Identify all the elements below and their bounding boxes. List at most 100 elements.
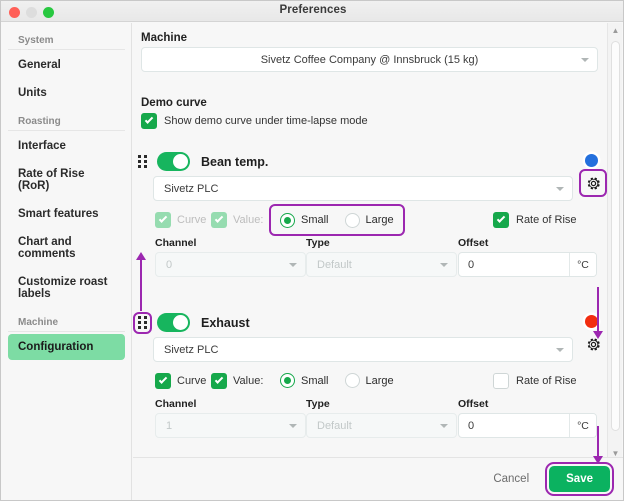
exhaust-value-checkbox-row[interactable]: Value: (211, 373, 263, 389)
bean-temp-source-select[interactable]: Sivetz PLC (153, 176, 573, 201)
machine-select[interactable]: Sivetz Coffee Company @ Innsbruck (15 kg… (141, 47, 598, 72)
bean-temp-rate-of-rise-checkbox[interactable] (493, 212, 509, 228)
exhaust-offset-label: Offset (458, 398, 489, 410)
exhaust-channel-select: 1 (155, 413, 306, 438)
save-button[interactable]: Save (545, 461, 614, 496)
sidebar-item-chart-and-comments[interactable]: Chart and comments (8, 229, 125, 267)
exhaust-rate-of-rise-label: Rate of Rise (516, 375, 577, 387)
exhaust-size-small-radio[interactable] (280, 373, 295, 388)
bean-temp-color-dot[interactable] (585, 154, 598, 167)
bean-temp-value-label: Value: (233, 214, 264, 226)
bean-temp-size-small-radio[interactable] (280, 212, 295, 228)
bean-temp-header-row: Bean temp. (137, 152, 268, 171)
sidebar-group-label-system: System (8, 31, 125, 50)
vertical-scrollbar[interactable]: ▲ ▼ (607, 23, 622, 460)
bean-temp-size-large-label: Large (365, 214, 394, 226)
exhaust-type-label: Type (306, 398, 330, 410)
exhaust-offset-field[interactable]: °C (458, 413, 597, 438)
exhaust-title: Exhaust (201, 315, 250, 330)
chevron-down-icon (289, 262, 297, 267)
bean-temp-title: Bean temp. (201, 154, 269, 169)
bean-temp-source-value: Sivetz PLC (164, 182, 219, 195)
bean-temp-channel-value: 0 (166, 258, 173, 271)
cancel-button[interactable]: Cancel (481, 467, 541, 491)
exhaust-channel-label: Channel (155, 398, 197, 410)
demo-curve-checkbox-label: Show demo curve under time-lapse mode (164, 115, 368, 127)
bean-temp-type-value: Default (317, 258, 352, 271)
exhaust-type-value: Default (317, 419, 352, 432)
main-panel: Machine Sivetz Coffee Company @ Innsbruc… (133, 23, 623, 500)
title-bar: Preferences (1, 1, 623, 22)
sidebar-item-interface[interactable]: Interface (8, 133, 125, 159)
dialog-footer: Cancel Save (133, 457, 623, 499)
bean-temp-type-label: Type (306, 237, 330, 249)
bean-temp-rate-of-rise-label: Rate of Rise (516, 214, 577, 226)
bean-temp-size-small-label: Small (301, 214, 329, 226)
sidebar-group-label-machine: Machine (8, 313, 125, 332)
chevron-down-icon (556, 347, 564, 352)
bean-temp-value-checkbox-row[interactable]: Value: (211, 212, 263, 228)
sidebar-item-configuration[interactable]: Configuration (8, 334, 125, 360)
exhaust-offset-input[interactable] (459, 414, 569, 437)
bean-temp-size-radio-group: Small Large (269, 204, 405, 236)
bean-temp-offset-field[interactable]: °C (458, 252, 597, 277)
machine-select-value: Sivetz Coffee Company @ Innsbruck (15 kg… (260, 53, 479, 66)
bean-temp-size-large-radio[interactable] (344, 212, 360, 228)
sidebar-item-general[interactable]: General (8, 52, 125, 78)
chevron-down-icon (289, 423, 297, 428)
bean-temp-curve-checkbox-row[interactable]: Curve (155, 212, 206, 228)
exhaust-size-radio-group: Small Large (280, 373, 394, 388)
sidebar-item-rate-of-rise[interactable]: Rate of Rise (RoR) (8, 161, 125, 199)
machine-section-label: Machine (141, 32, 188, 44)
bean-temp-settings-gear-highlight (579, 169, 607, 197)
sidebar-item-customize-roast-labels[interactable]: Customize roast labels (8, 269, 125, 307)
exhaust-type-select: Default (306, 413, 457, 438)
exhaust-curve-checkbox-row[interactable]: Curve (155, 373, 206, 389)
bean-temp-offset-input[interactable] (459, 253, 569, 276)
demo-curve-section-label: Demo curve (141, 97, 207, 109)
exhaust-size-small-label: Small (301, 374, 329, 387)
bean-temp-offset-unit: °C (569, 253, 596, 276)
bean-temp-offset-label: Offset (458, 237, 489, 249)
bean-temp-drag-handle[interactable] (137, 155, 148, 169)
bean-temp-channel-label: Channel (155, 237, 197, 249)
chevron-down-icon (440, 262, 448, 267)
sidebar-item-units[interactable]: Units (8, 80, 125, 106)
bean-temp-channel-select: 0 (155, 252, 306, 277)
bean-temp-curve-checkbox (155, 212, 171, 228)
scrollbar-thumb[interactable] (611, 41, 620, 431)
exhaust-size-large-label: Large (365, 374, 394, 387)
sidebar: System General Units Roasting Interface … (2, 23, 132, 500)
bean-temp-enable-toggle[interactable] (157, 152, 190, 171)
bean-temp-curve-label: Curve (177, 214, 207, 226)
exhaust-rate-of-rise-checkbox[interactable] (493, 373, 509, 389)
exhaust-source-select[interactable]: Sivetz PLC (153, 337, 573, 362)
exhaust-offset-unit: °C (569, 414, 596, 437)
exhaust-value-checkbox[interactable] (211, 373, 227, 389)
window-title: Preferences (279, 4, 347, 16)
demo-curve-checkbox[interactable] (141, 113, 157, 129)
gear-icon[interactable] (585, 175, 602, 192)
exhaust-channel-value: 1 (166, 419, 173, 432)
exhaust-value-label: Value: (233, 375, 264, 387)
preferences-window: Preferences System General Units Roastin… (0, 0, 624, 501)
sidebar-group-label-roasting: Roasting (8, 112, 125, 131)
demo-curve-checkbox-row[interactable]: Show demo curve under time-lapse mode (141, 113, 368, 129)
bean-temp-value-checkbox (211, 212, 227, 228)
exhaust-curve-checkbox[interactable] (155, 373, 171, 389)
exhaust-drag-handle[interactable] (133, 311, 152, 334)
sidebar-item-smart-features[interactable]: Smart features (8, 201, 125, 227)
chevron-down-icon (556, 186, 564, 191)
exhaust-enable-toggle[interactable] (157, 313, 190, 332)
scroll-up-arrow-icon[interactable]: ▲ (608, 23, 623, 37)
chevron-down-icon (440, 423, 448, 428)
exhaust-size-large-radio[interactable] (344, 373, 360, 388)
exhaust-source-value: Sivetz PLC (164, 343, 219, 356)
chevron-down-icon (581, 57, 589, 62)
exhaust-ror-checkbox-row[interactable]: Rate of Rise (493, 373, 577, 389)
bean-temp-ror-checkbox-row[interactable]: Rate of Rise (493, 212, 577, 228)
bean-temp-type-select: Default (306, 252, 457, 277)
exhaust-header-row: Exhaust (133, 311, 250, 334)
exhaust-curve-label: Curve (177, 375, 207, 387)
settings-scroll-content: Machine Sivetz Coffee Company @ Innsbruc… (133, 23, 623, 460)
